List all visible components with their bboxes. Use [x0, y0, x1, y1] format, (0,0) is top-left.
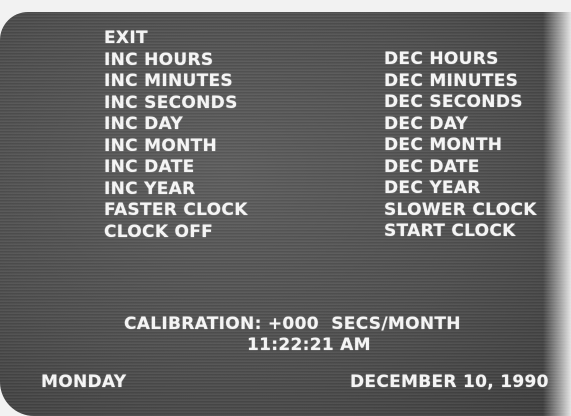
calibration-readout: CALIBRATION: +000 SECS/MONTH	[124, 314, 461, 334]
crt-screen: EXIT INC HOURS INC MINUTES INC SECONDS I…	[0, 12, 571, 416]
menu-item-inc-date[interactable]: INC DATE	[104, 157, 248, 179]
date-readout: DECEMBER 10, 1990	[350, 372, 549, 392]
menu-item-dec-seconds[interactable]: DEC SECONDS	[384, 92, 537, 114]
left-menu-column: EXIT INC HOURS INC MINUTES INC SECONDS I…	[104, 28, 248, 243]
menu-item-dec-hours[interactable]: DEC HOURS	[384, 49, 537, 71]
menu-item-inc-minutes[interactable]: INC MINUTES	[104, 71, 248, 93]
menu-item-start-clock[interactable]: START CLOCK	[384, 221, 537, 243]
time-readout: 11:22:21 AM	[247, 335, 371, 355]
day-readout: MONDAY	[41, 372, 127, 392]
menu-item-exit[interactable]: EXIT	[104, 28, 248, 50]
menu-item-slower-clock[interactable]: SLOWER CLOCK	[384, 200, 537, 222]
menu-item-inc-year[interactable]: INC YEAR	[104, 179, 248, 201]
menu-item-faster-clock[interactable]: FASTER CLOCK	[104, 200, 248, 222]
menu-item-clock-off[interactable]: CLOCK OFF	[104, 222, 248, 244]
menu-item-dec-date[interactable]: DEC DATE	[384, 157, 537, 179]
menu-item-inc-seconds[interactable]: INC SECONDS	[104, 93, 248, 115]
menu-item-inc-day[interactable]: INC DAY	[104, 114, 248, 136]
menu-item-dec-minutes[interactable]: DEC MINUTES	[384, 71, 537, 93]
menu-item-inc-hours[interactable]: INC HOURS	[104, 50, 248, 72]
menu-item-dec-day[interactable]: DEC DAY	[384, 114, 537, 136]
right-menu-column: DEC HOURS DEC MINUTES DEC SECONDS DEC DA…	[384, 49, 537, 243]
menu-item-dec-month[interactable]: DEC MONTH	[384, 135, 537, 157]
menu-item-dec-year[interactable]: DEC YEAR	[384, 178, 537, 200]
menu-item-inc-month[interactable]: INC MONTH	[104, 136, 248, 158]
